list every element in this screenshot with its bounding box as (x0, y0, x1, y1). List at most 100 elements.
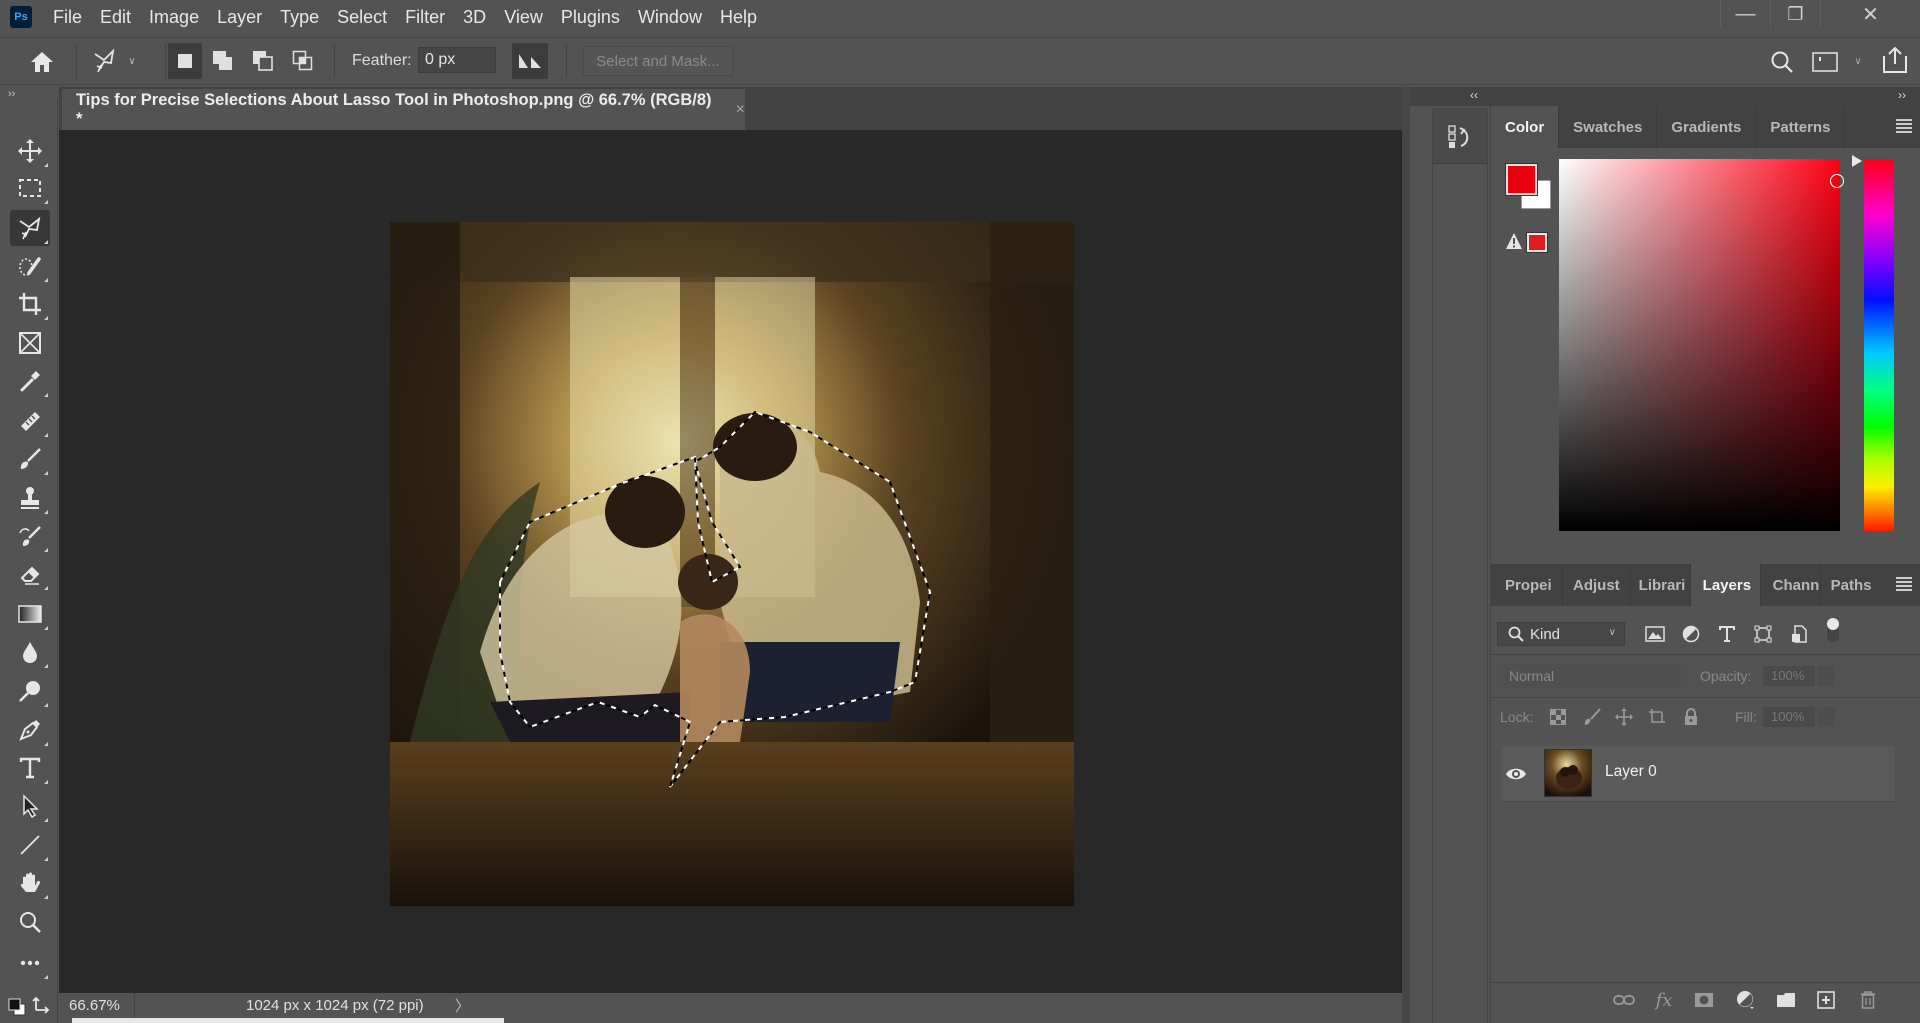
tab-paths[interactable]: Paths (1821, 564, 1882, 606)
opacity-input[interactable]: 100% (1763, 666, 1815, 686)
clone-stamp-tool[interactable] (10, 480, 50, 516)
new-adjustment-layer-button[interactable] (1734, 988, 1758, 1012)
eraser-tool[interactable] (10, 556, 50, 592)
lock-position-button[interactable] (1614, 707, 1634, 727)
tab-channels[interactable]: Chann (1761, 564, 1821, 606)
subtract-from-selection-button[interactable] (248, 46, 278, 76)
default-colors-button[interactable] (8, 998, 26, 1016)
home-button[interactable] (28, 48, 56, 76)
move-tool[interactable] (10, 133, 50, 169)
restore-button[interactable]: ❐ (1770, 0, 1820, 28)
lock-image-pixels-button[interactable] (1582, 707, 1602, 727)
lock-artboard-button[interactable] (1647, 707, 1667, 727)
menu-layer[interactable]: Layer (208, 7, 271, 28)
menu-help[interactable]: Help (711, 7, 766, 28)
preset-dropdown-chevron-icon[interactable]: ∨ (126, 54, 138, 68)
fill-input[interactable]: 100% (1763, 707, 1815, 727)
healing-brush-tool[interactable] (10, 403, 50, 439)
link-layers-button[interactable] (1612, 988, 1636, 1012)
menu-plugins[interactable]: Plugins (552, 7, 629, 28)
tab-gradients[interactable]: Gradients (1657, 106, 1757, 148)
crop-tool[interactable] (10, 286, 50, 322)
tab-swatches[interactable]: Swatches (1559, 106, 1658, 148)
tab-properties[interactable]: Propei (1491, 564, 1563, 606)
collapse-panels-button[interactable]: ›› (1898, 88, 1906, 102)
gamut-warning-icon[interactable] (1505, 232, 1523, 250)
pen-tool[interactable] (10, 712, 50, 748)
new-selection-button[interactable] (168, 43, 202, 79)
workspace-dropdown-chevron-icon[interactable]: ∨ (1852, 54, 1864, 68)
search-button[interactable] (1768, 48, 1796, 76)
swap-colors-button[interactable] (32, 996, 52, 1016)
foreground-color-swatch[interactable] (1505, 163, 1538, 196)
tab-color[interactable]: Color (1491, 106, 1560, 148)
zoom-tool[interactable] (10, 904, 50, 940)
in-gamut-color-swatch[interactable] (1526, 232, 1548, 253)
new-group-button[interactable] (1774, 988, 1798, 1012)
history-brush-tool[interactable] (10, 518, 50, 554)
lock-all-button[interactable] (1681, 707, 1701, 727)
collapse-icon-panels-button[interactable]: ‹‹ (1470, 88, 1478, 102)
menu-image[interactable]: Image (140, 7, 208, 28)
quick-selection-tool[interactable] (10, 248, 50, 284)
color-picker-cursor[interactable] (1830, 174, 1844, 188)
menu-type[interactable]: Type (271, 7, 328, 28)
gradient-tool[interactable] (10, 596, 50, 632)
path-selection-tool[interactable] (10, 788, 50, 824)
workspace-button[interactable] (1810, 48, 1840, 76)
hand-tool[interactable] (10, 865, 50, 901)
menu-view[interactable]: View (495, 7, 552, 28)
blur-tool[interactable] (10, 634, 50, 670)
zoom-level-field[interactable]: 66.67% (59, 993, 135, 1018)
tool-preset-picker[interactable] (90, 46, 120, 76)
line-tool[interactable] (10, 827, 50, 863)
dodge-tool[interactable] (10, 673, 50, 709)
intersect-selection-button[interactable] (288, 46, 318, 76)
add-layer-mask-button[interactable] (1692, 988, 1716, 1012)
edit-toolbar-button[interactable] (10, 945, 50, 981)
filter-pixel-layers-button[interactable] (1644, 623, 1666, 645)
blend-mode-select[interactable]: Normal (1497, 664, 1687, 688)
saturation-brightness-field[interactable] (1559, 159, 1840, 531)
document-image[interactable] (390, 222, 1074, 906)
filter-adjustment-layers-button[interactable] (1680, 623, 1702, 645)
tab-patterns[interactable]: Patterns (1756, 106, 1846, 148)
tab-layers[interactable]: Layers (1690, 564, 1761, 606)
filter-smart-objects-button[interactable] (1788, 623, 1810, 645)
close-document-icon[interactable]: × (736, 101, 745, 119)
tab-libraries[interactable]: Librari (1631, 564, 1691, 606)
horizontal-scrollbar[interactable] (72, 1018, 504, 1023)
status-menu-chevron-icon[interactable]: 〉 (455, 995, 470, 1016)
menu-3d[interactable]: 3D (454, 7, 495, 28)
layer-thumbnail[interactable] (1544, 749, 1592, 797)
menu-filter[interactable]: Filter (396, 7, 454, 28)
brush-tool[interactable] (10, 441, 50, 477)
share-button[interactable] (1880, 44, 1910, 76)
frame-tool[interactable] (10, 325, 50, 361)
hue-slider[interactable] (1864, 159, 1894, 531)
lock-transparent-pixels-button[interactable] (1548, 707, 1568, 727)
layer-style-fx-button[interactable]: fx (1652, 988, 1676, 1012)
filter-toggle-switch[interactable] (1822, 618, 1844, 642)
tab-adjustments[interactable]: Adjust (1563, 564, 1631, 606)
dock-divider[interactable] (1402, 87, 1410, 1023)
minimize-button[interactable]: — (1720, 0, 1770, 28)
menu-edit[interactable]: Edit (91, 7, 140, 28)
layers-panel-menu-icon[interactable] (1896, 577, 1912, 591)
filter-shape-layers-button[interactable] (1752, 623, 1774, 645)
document-tab[interactable]: Tips for Precise Selections About Lasso … (62, 89, 745, 130)
layer-visibility-eye-icon[interactable] (1505, 763, 1527, 785)
feather-input[interactable]: 0 px (418, 47, 496, 73)
add-to-selection-button[interactable] (208, 46, 238, 76)
eyedropper-tool[interactable] (10, 363, 50, 399)
menu-select[interactable]: Select (328, 7, 396, 28)
polygonal-lasso-tool[interactable] (10, 210, 50, 246)
rectangular-marquee-tool[interactable] (10, 170, 50, 206)
filter-type-layers-button[interactable] (1716, 623, 1738, 645)
close-window-button[interactable]: ✕ (1820, 0, 1920, 28)
layer-filter-kind-select[interactable]: Kind ∨ (1497, 622, 1625, 646)
layer-name[interactable]: Layer 0 (1605, 763, 1657, 781)
select-and-mask-button[interactable]: Select and Mask... (583, 46, 733, 76)
color-panel-menu-icon[interactable] (1896, 119, 1912, 133)
fill-slider-button[interactable] (1817, 707, 1835, 727)
